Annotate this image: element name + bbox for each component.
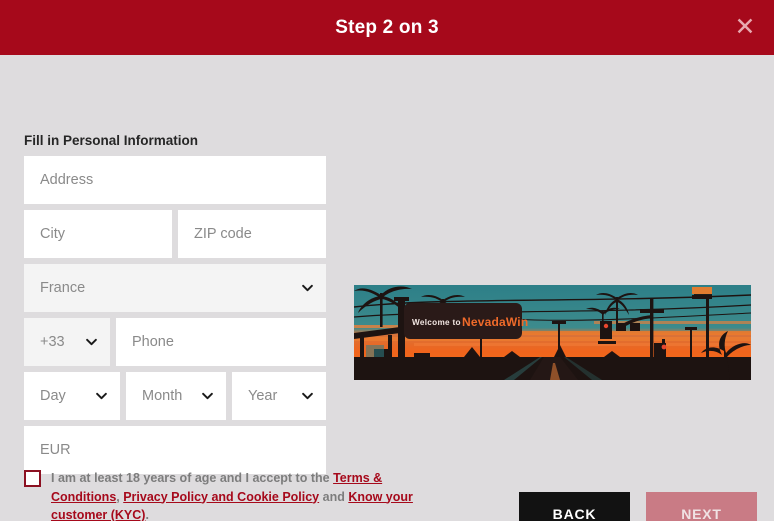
phone-row: +33 Phone — [24, 318, 326, 366]
currency-row: EUR — [24, 426, 326, 474]
consent-text-0-4: and — [319, 489, 349, 504]
back-button[interactable]: BACK — [519, 492, 630, 521]
dialog-titlebar: Step 2 on 3 ✕ — [0, 0, 774, 55]
country-code-value: +33 — [40, 334, 65, 350]
privacy-policy-link[interactable]: Privacy Policy and Cookie Policy — [123, 490, 319, 504]
billboard-pre-text: Welcome to — [412, 318, 461, 327]
birth-year-select[interactable]: Year — [232, 372, 326, 420]
dialog-body: Fill in Personal Information Address Cit… — [0, 55, 774, 521]
consent-text-0-0: I am at least 18 years of age and I acce… — [51, 471, 334, 485]
consent-list: I am at least 18 years of age and I acce… — [24, 469, 444, 521]
chevron-down-icon — [96, 392, 107, 400]
promo-banner-image: Welcome to NevadaWin — [354, 285, 751, 380]
city-zip-row: City ZIP code — [24, 210, 326, 258]
section-title: Fill in Personal Information — [24, 133, 199, 148]
address-input[interactable]: Address — [24, 156, 326, 204]
consent-text-0-6: . — [145, 508, 149, 521]
chevron-down-icon — [302, 392, 313, 400]
chevron-down-icon — [86, 338, 97, 346]
page-title: Step 2 on 3 — [335, 16, 439, 38]
zip-code-input[interactable]: ZIP code — [178, 210, 326, 258]
birth-day-value: Day — [40, 388, 66, 404]
chevron-down-icon — [202, 392, 213, 400]
billboard-brand-text: NevadaWin — [462, 315, 528, 329]
birth-year-value: Year — [248, 388, 278, 404]
country-select[interactable]: France — [24, 264, 326, 312]
close-icon[interactable]: ✕ — [728, 11, 762, 45]
birth-month-select[interactable]: Month — [126, 372, 226, 420]
promo-illustration: Welcome to NevadaWin — [354, 285, 751, 380]
dialog-actions: BACK NEXT — [519, 492, 757, 521]
personal-information-form: Address City ZIP code France +33 Phone D… — [24, 156, 326, 480]
city-input[interactable]: City — [24, 210, 172, 258]
birth-month-value: Month — [142, 388, 183, 404]
address-row: Address — [24, 156, 326, 204]
consent-age-terms-row: I am at least 18 years of age and I acce… — [24, 469, 444, 521]
age-terms-label: I am at least 18 years of age and I acce… — [51, 469, 444, 521]
country-code-select[interactable]: +33 — [24, 318, 110, 366]
birth-day-select[interactable]: Day — [24, 372, 120, 420]
next-button[interactable]: NEXT — [646, 492, 757, 521]
chevron-down-icon — [302, 284, 313, 292]
birthdate-row: Day Month Year — [24, 372, 326, 420]
currency-input[interactable]: EUR — [24, 426, 326, 474]
country-row: France — [24, 264, 326, 312]
country-select-value: France — [40, 280, 86, 296]
age-terms-checkbox[interactable] — [24, 470, 41, 487]
phone-input[interactable]: Phone — [116, 318, 326, 366]
